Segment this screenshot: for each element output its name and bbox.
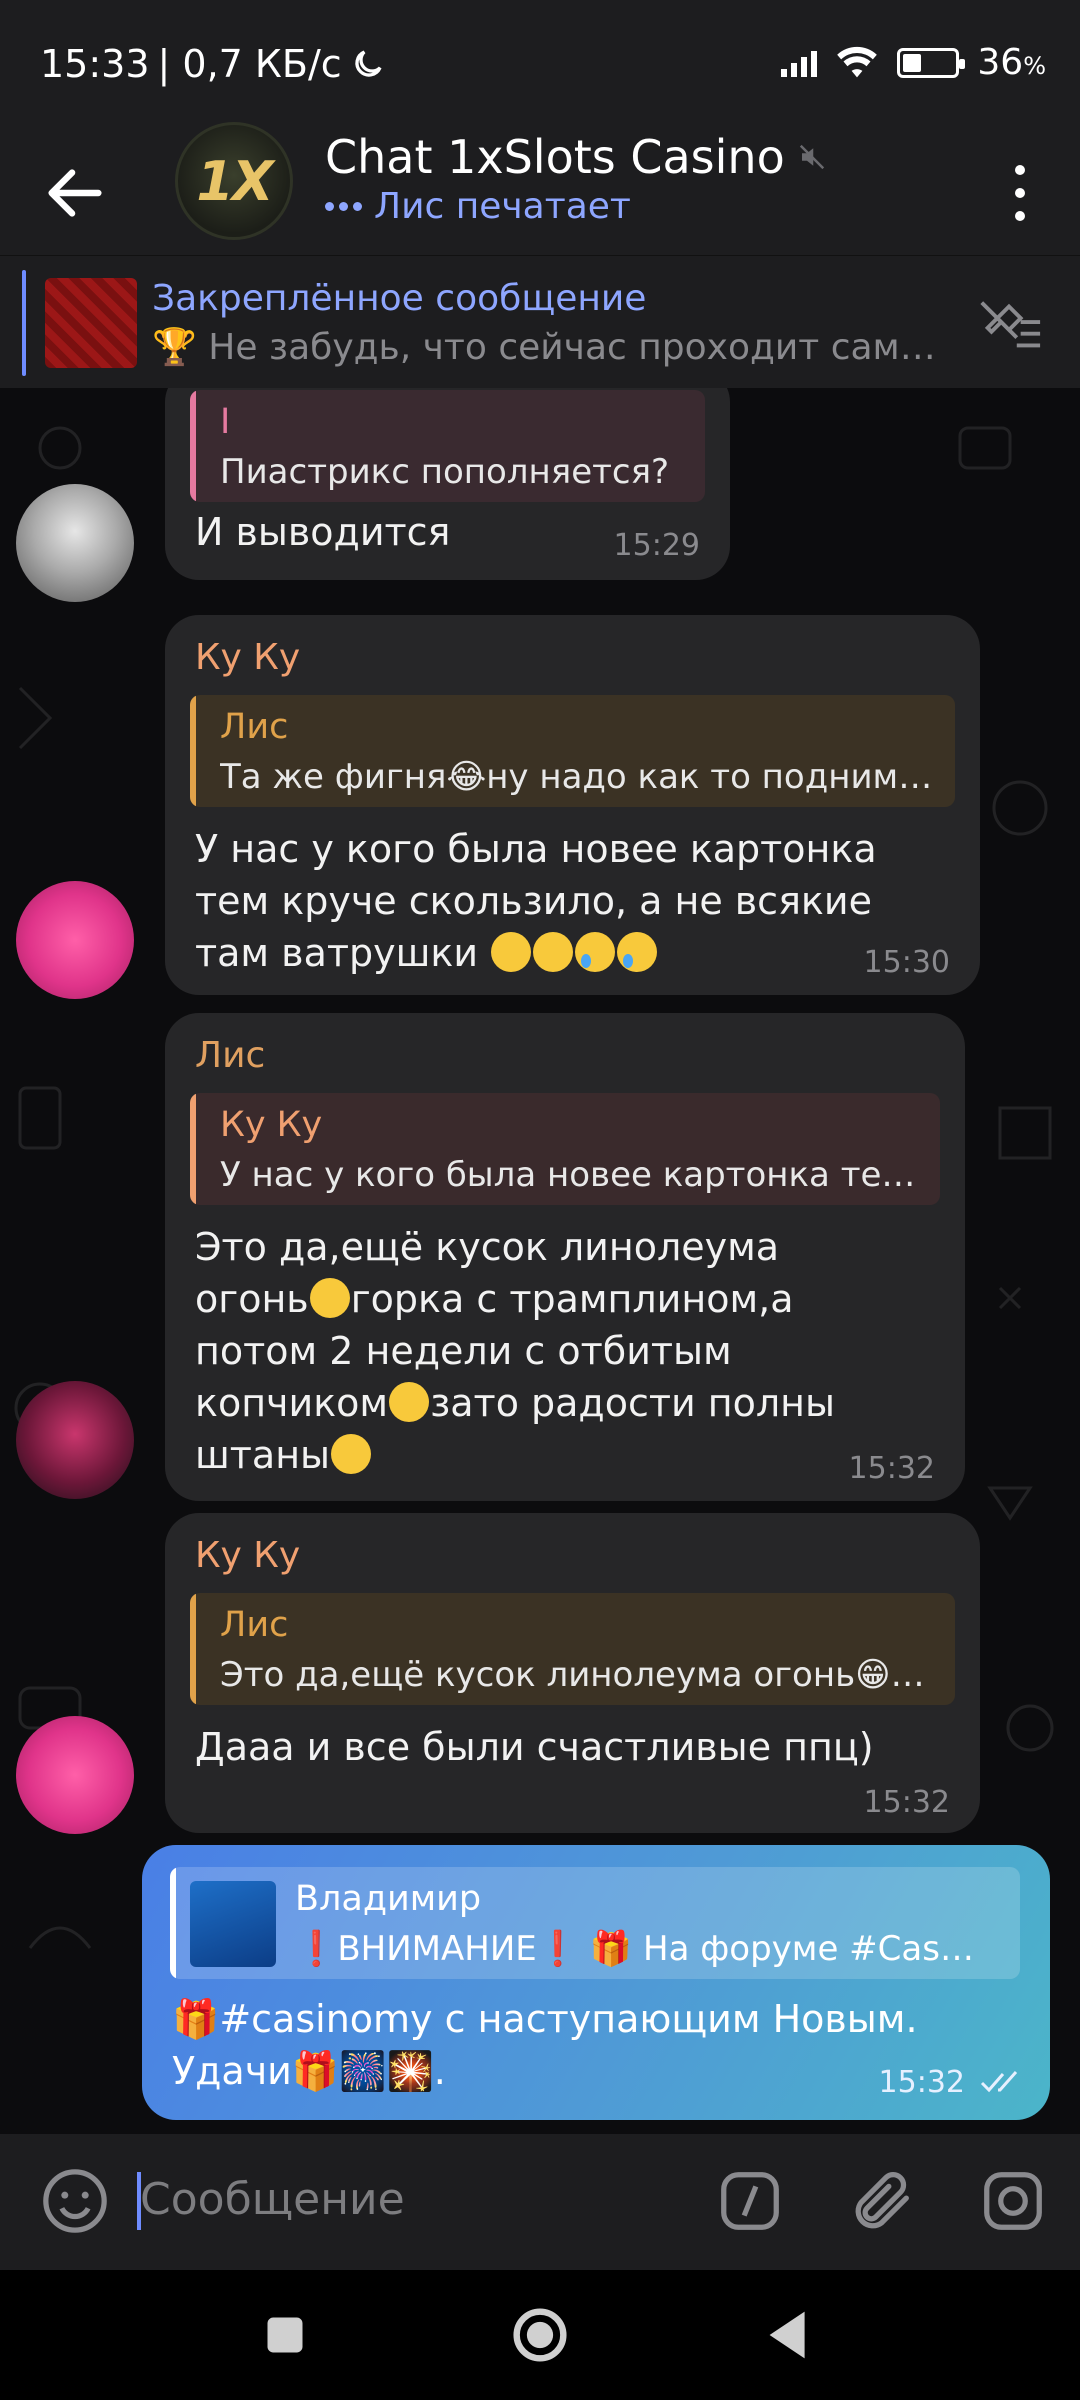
typing-text: Лис печатает xyxy=(374,186,631,227)
avatar[interactable] xyxy=(16,881,134,999)
pinned-title: Закреплённое сообщение xyxy=(152,278,647,319)
back-arrow-icon[interactable] xyxy=(40,158,110,228)
chat-header: 1X Chat 1xSlots Casino Лис печатает xyxy=(0,122,1080,255)
reply-sender: I xyxy=(220,402,231,442)
message-bubble[interactable]: Ку Ку Лис Та же фигня😂ну надо как то под… xyxy=(165,615,980,995)
status-right: 36% xyxy=(781,42,1046,83)
crying-emoji-icon xyxy=(617,932,658,972)
message-time: 15:29 xyxy=(613,528,700,563)
reply-quote[interactable]: I Пиастрикс пополняется? xyxy=(190,390,705,502)
message-bubble[interactable]: Лис Ку Ку У нас у кого была новее картон… xyxy=(165,1013,965,1501)
message-text: И выводится xyxy=(195,510,451,554)
reply-text: Это да,ещё кусок линолеума огонь😁… xyxy=(220,1655,925,1695)
typing-status: Лис печатает xyxy=(325,186,631,227)
unpin-list-icon[interactable] xyxy=(974,294,1044,354)
camera-video-icon[interactable] xyxy=(978,2166,1048,2236)
emoji-icon[interactable] xyxy=(40,2166,110,2236)
reply-quote[interactable]: Лис Это да,ещё кусок линолеума огонь😁… xyxy=(190,1593,955,1705)
message-input-bar: Сообщение xyxy=(0,2134,1080,2270)
chat-avatar-logo: 1X xyxy=(196,149,273,213)
laughing-emoji-icon xyxy=(533,932,574,972)
laughing-emoji-icon xyxy=(331,1434,372,1474)
status-time: 15:33 xyxy=(40,42,150,86)
chat-area[interactable]: I Пиастрикс пополняется? И выводится 15:… xyxy=(0,388,1080,2134)
wifi-icon xyxy=(837,46,878,77)
moon-icon xyxy=(354,50,382,77)
reply-sender: Лис xyxy=(220,707,289,747)
home-icon[interactable] xyxy=(505,2300,575,2370)
message-bubble[interactable]: I Пиастрикс пополняется? И выводится 15:… xyxy=(165,388,730,580)
reply-thumbnail xyxy=(190,1881,276,1967)
grinning-emoji-icon xyxy=(309,1278,350,1318)
pinned-message[interactable]: Закреплённое сообщение 🏆 Не забудь, что … xyxy=(0,255,1080,388)
pinned-text: 🏆 Не забудь, что сейчас проходит самый… xyxy=(152,327,952,368)
chat-title-text: Chat 1xSlots Casino xyxy=(325,130,785,184)
reply-text: Та же фигня😂ну надо как то подним… xyxy=(220,757,933,797)
reply-text: У нас у кого была новее картонка те… xyxy=(220,1155,916,1195)
reply-sender: Лис xyxy=(220,1605,289,1645)
reply-text: ❗ВНИМАНИЕ❗ 🎁 На форуме #Cas… xyxy=(295,1929,974,1969)
avatar[interactable] xyxy=(16,484,134,602)
message-bubble[interactable]: Ку Ку Лис Это да,ещё кусок линолеума ого… xyxy=(165,1513,980,1833)
reply-quote[interactable]: Лис Та же фигня😂ну надо как то подним… xyxy=(190,695,955,807)
message-time: 15:32 xyxy=(863,1785,950,1820)
message-input[interactable]: Сообщение xyxy=(140,2174,405,2225)
attach-icon[interactable] xyxy=(848,2166,918,2236)
message-text: Это да,ещё кусок линолеума огонь горка с … xyxy=(195,1225,835,1477)
outgoing-message-bubble[interactable]: Владимир ❗ВНИМАНИЕ❗ 🎁 На форуме #Cas… 🎁#… xyxy=(142,1845,1050,2120)
laughing-emoji-icon xyxy=(389,1382,430,1422)
message-text: У нас у кого была новее картонка тем кру… xyxy=(195,827,877,975)
battery-percent: 36% xyxy=(977,42,1046,83)
message-time: 15:32 xyxy=(848,1451,935,1486)
status-left: 15:33 | 0,7 КБ/с xyxy=(40,42,386,86)
signal-icon xyxy=(781,49,818,77)
chat-avatar[interactable]: 1X xyxy=(175,122,293,240)
message-text: Дааа и все были счастливые ппц) xyxy=(195,1725,874,1769)
battery-icon xyxy=(897,47,966,78)
avatar[interactable] xyxy=(16,1381,134,1499)
recent-apps-icon[interactable] xyxy=(250,2300,320,2370)
reply-text: Пиастрикс пополняется? xyxy=(220,452,670,492)
pinned-thumbnail xyxy=(45,278,137,368)
reply-quote[interactable]: Ку Ку У нас у кого была новее картонка т… xyxy=(190,1093,940,1205)
reply-quote[interactable]: Владимир ❗ВНИМАНИЕ❗ 🎁 На форуме #Cas… xyxy=(170,1867,1020,1979)
system-nav-bar xyxy=(0,2270,1080,2400)
chat-title[interactable]: Chat 1xSlots Casino xyxy=(325,130,827,184)
commands-icon[interactable] xyxy=(715,2166,785,2236)
status-bar: 15:33 | 0,7 КБ/с 36% xyxy=(0,0,1080,130)
read-checkmarks-icon xyxy=(980,2071,1018,2093)
sender-name: Лис xyxy=(195,1035,266,1076)
sender-name: Ку Ку xyxy=(195,1535,301,1576)
reply-sender: Ку Ку xyxy=(220,1105,323,1145)
sender-name: Ку Ку xyxy=(195,637,301,678)
reply-sender: Владимир xyxy=(295,1879,482,1919)
back-nav-icon[interactable] xyxy=(755,2300,825,2370)
message-time: 15:32 xyxy=(878,2065,965,2100)
message-time: 15:30 xyxy=(863,945,950,980)
pinned-indicator xyxy=(22,270,26,376)
laughing-emoji-icon xyxy=(491,932,532,972)
network-speed: | 0,7 КБ/с xyxy=(157,42,342,86)
avatar[interactable] xyxy=(16,1716,134,1834)
typing-dots-icon xyxy=(325,202,362,211)
crying-emoji-icon xyxy=(575,932,616,972)
more-menu-icon[interactable] xyxy=(1000,158,1040,228)
muted-icon xyxy=(799,144,824,170)
